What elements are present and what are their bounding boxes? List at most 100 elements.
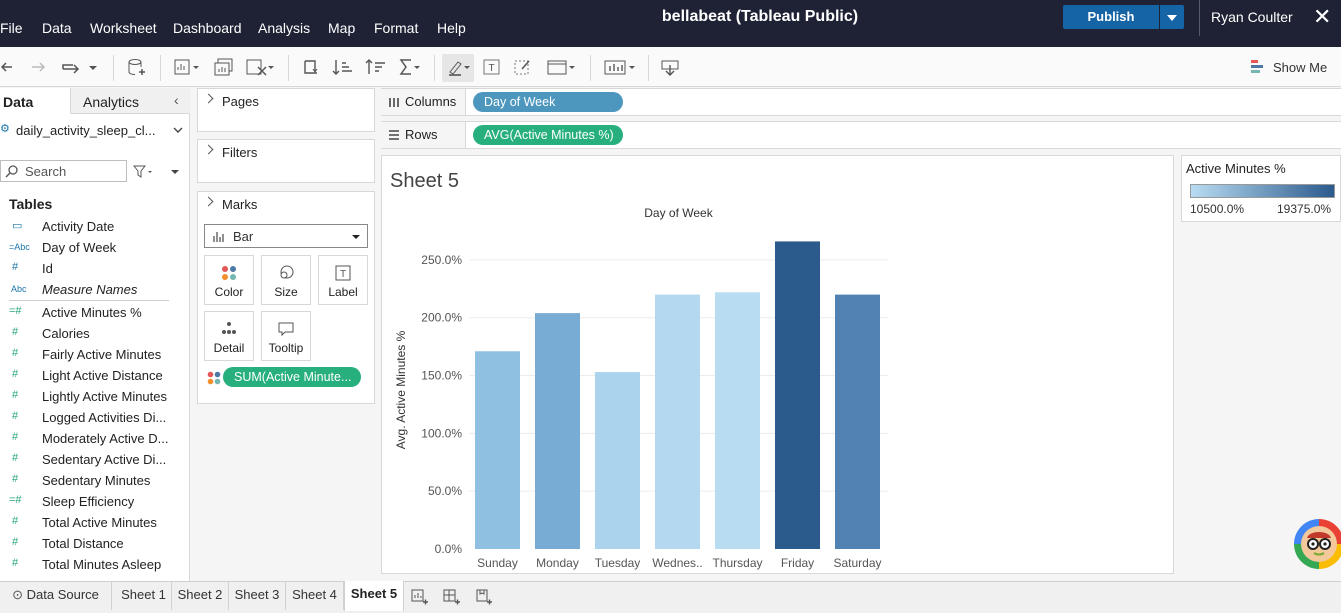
field-measure[interactable]: # Logged Activities Di... bbox=[0, 409, 190, 429]
bar[interactable] bbox=[835, 294, 880, 549]
chevron-down-icon[interactable] bbox=[172, 124, 184, 136]
sort-descending-icon[interactable] bbox=[365, 57, 387, 77]
size-button[interactable]: Size bbox=[261, 255, 311, 305]
data-source-tab[interactable]: ⊙ Data Source bbox=[0, 582, 112, 610]
color-field-pill[interactable]: SUM(Active Minute... bbox=[223, 367, 361, 387]
field-measure[interactable]: # Moderately Active D... bbox=[0, 430, 190, 450]
rows-shelf[interactable]: Rows AVG(Active Minutes %) bbox=[381, 121, 1341, 149]
user-name[interactable]: Ryan Coulter bbox=[1211, 9, 1293, 25]
field-measure[interactable]: # Light Active Distance bbox=[0, 367, 190, 387]
menu-analysis[interactable]: Analysis bbox=[258, 20, 310, 36]
field-measure[interactable]: # Total Distance bbox=[0, 535, 190, 555]
chevron-icon[interactable] bbox=[203, 144, 214, 155]
bar-chart[interactable]: Day of Week Avg. Active Minutes % 0.0% 50.0… bbox=[382, 156, 1173, 573]
bar[interactable] bbox=[475, 351, 520, 549]
field-activity-date[interactable]: ▭ Activity Date bbox=[0, 218, 190, 238]
calculated-number-icon: =# bbox=[9, 494, 22, 506]
tab-data[interactable]: Data bbox=[3, 94, 33, 110]
new-dashboard-icon[interactable] bbox=[443, 588, 461, 606]
publish-dropdown-button[interactable] bbox=[1160, 5, 1184, 29]
close-icon[interactable]: ✕ bbox=[1313, 4, 1331, 30]
bar[interactable] bbox=[655, 294, 700, 549]
field-measure-names[interactable]: Abc Measure Names bbox=[0, 281, 190, 301]
bar[interactable] bbox=[535, 313, 580, 549]
menu-map[interactable]: Map bbox=[328, 20, 355, 36]
field-measure[interactable]: # Calories bbox=[0, 325, 190, 345]
bar[interactable] bbox=[715, 292, 760, 549]
chevron-icon[interactable] bbox=[203, 196, 214, 207]
label-text-icon[interactable]: T bbox=[481, 57, 503, 77]
mark-type-select[interactable]: Bar bbox=[204, 224, 368, 248]
detail-button[interactable]: Detail bbox=[204, 311, 254, 361]
tab-sheet-1[interactable]: Sheet 1 bbox=[116, 582, 172, 610]
bar[interactable] bbox=[775, 241, 820, 549]
new-story-icon[interactable] bbox=[475, 588, 493, 606]
field-measure[interactable]: =# Sleep Efficiency bbox=[0, 493, 190, 513]
show-me-icon[interactable] bbox=[1248, 57, 1270, 77]
filters-card[interactable]: Filters bbox=[197, 139, 375, 183]
duplicate-sheet-icon[interactable] bbox=[213, 57, 235, 77]
undo-icon[interactable] bbox=[0, 57, 22, 77]
color-button[interactable]: Color bbox=[204, 255, 254, 305]
new-worksheet-icon[interactable] bbox=[173, 57, 201, 77]
tab-analytics[interactable]: Analytics bbox=[83, 94, 139, 110]
search-input[interactable]: Search bbox=[0, 160, 127, 182]
new-worksheet-icon[interactable] bbox=[411, 588, 429, 606]
rows-label: Rows bbox=[405, 127, 438, 142]
assistant-avatar[interactable] bbox=[1294, 519, 1341, 569]
highlight-icon[interactable] bbox=[446, 57, 472, 77]
redo-icon[interactable] bbox=[28, 57, 50, 77]
menu-dashboard[interactable]: Dashboard bbox=[173, 20, 242, 36]
rows-pill[interactable]: AVG(Active Minutes %) bbox=[473, 125, 623, 145]
menu-format[interactable]: Format bbox=[374, 20, 418, 36]
publish-button[interactable]: Publish bbox=[1063, 5, 1159, 29]
collapse-pane-icon[interactable]: ‹ bbox=[174, 92, 179, 108]
y-tick-label: 200.0% bbox=[421, 311, 462, 325]
viz-area[interactable]: Sheet 5 Day of Week Avg. Active Minutes %… bbox=[381, 155, 1174, 574]
swap-axes-icon[interactable] bbox=[301, 57, 323, 77]
presentation-mode-icon[interactable] bbox=[603, 57, 637, 77]
color-legend[interactable]: Active Minutes % 10500.0% 19375.0% bbox=[1181, 155, 1341, 222]
fit-icon[interactable] bbox=[546, 57, 576, 77]
number-icon: # bbox=[12, 261, 19, 273]
legend-title: Active Minutes % bbox=[1186, 161, 1286, 176]
replay-icon[interactable] bbox=[60, 57, 82, 77]
chevron-icon[interactable] bbox=[203, 93, 214, 104]
pages-card[interactable]: Pages bbox=[197, 88, 375, 132]
datasource-name[interactable]: daily_activity_sleep_cl... bbox=[16, 123, 155, 138]
field-measure[interactable]: # Sedentary Active Di... bbox=[0, 451, 190, 471]
tab-sheet-5[interactable]: Sheet 5 bbox=[344, 581, 404, 611]
menu-file[interactable]: File bbox=[0, 20, 23, 36]
format-workbook-icon[interactable] bbox=[512, 57, 534, 77]
columns-shelf[interactable]: Columns Day of Week bbox=[381, 88, 1341, 116]
columns-pill[interactable]: Day of Week bbox=[473, 92, 623, 112]
tooltip-button[interactable]: Tooltip bbox=[261, 311, 311, 361]
field-measure[interactable]: # Total Active Minutes bbox=[0, 514, 190, 534]
tab-sheet-2[interactable]: Sheet 2 bbox=[172, 582, 229, 610]
show-me-label[interactable]: Show Me bbox=[1273, 60, 1327, 75]
download-icon[interactable] bbox=[659, 57, 681, 77]
y-tick-label: 0.0% bbox=[435, 542, 463, 556]
field-measure[interactable]: # Total Minutes Asleep bbox=[0, 556, 190, 576]
field-measure[interactable]: # Fairly Active Minutes bbox=[0, 346, 190, 366]
field-day-of-week[interactable]: =Abc Day of Week bbox=[0, 239, 190, 259]
chevron-down-icon[interactable] bbox=[86, 57, 100, 77]
sort-ascending-icon[interactable] bbox=[332, 57, 354, 77]
field-id[interactable]: # Id bbox=[0, 260, 190, 280]
bar[interactable] bbox=[595, 372, 640, 549]
menu-data[interactable]: Data bbox=[42, 20, 72, 36]
field-measure[interactable]: # Sedentary Minutes bbox=[0, 472, 190, 492]
filter-icon[interactable] bbox=[133, 165, 153, 179]
chevron-down-icon[interactable] bbox=[169, 167, 181, 177]
clear-sheet-icon[interactable] bbox=[245, 57, 275, 77]
columns-icon bbox=[389, 98, 399, 107]
new-datasource-icon[interactable] bbox=[126, 57, 148, 77]
field-measure[interactable]: =# Active Minutes % bbox=[0, 304, 190, 324]
tab-sheet-3[interactable]: Sheet 3 bbox=[229, 582, 286, 610]
label-button[interactable]: T Label bbox=[318, 255, 368, 305]
menu-worksheet[interactable]: Worksheet bbox=[90, 20, 157, 36]
field-measure[interactable]: # Lightly Active Minutes bbox=[0, 388, 190, 408]
menu-help[interactable]: Help bbox=[437, 20, 466, 36]
totals-icon[interactable] bbox=[398, 57, 422, 77]
tab-sheet-4[interactable]: Sheet 4 bbox=[286, 582, 344, 610]
